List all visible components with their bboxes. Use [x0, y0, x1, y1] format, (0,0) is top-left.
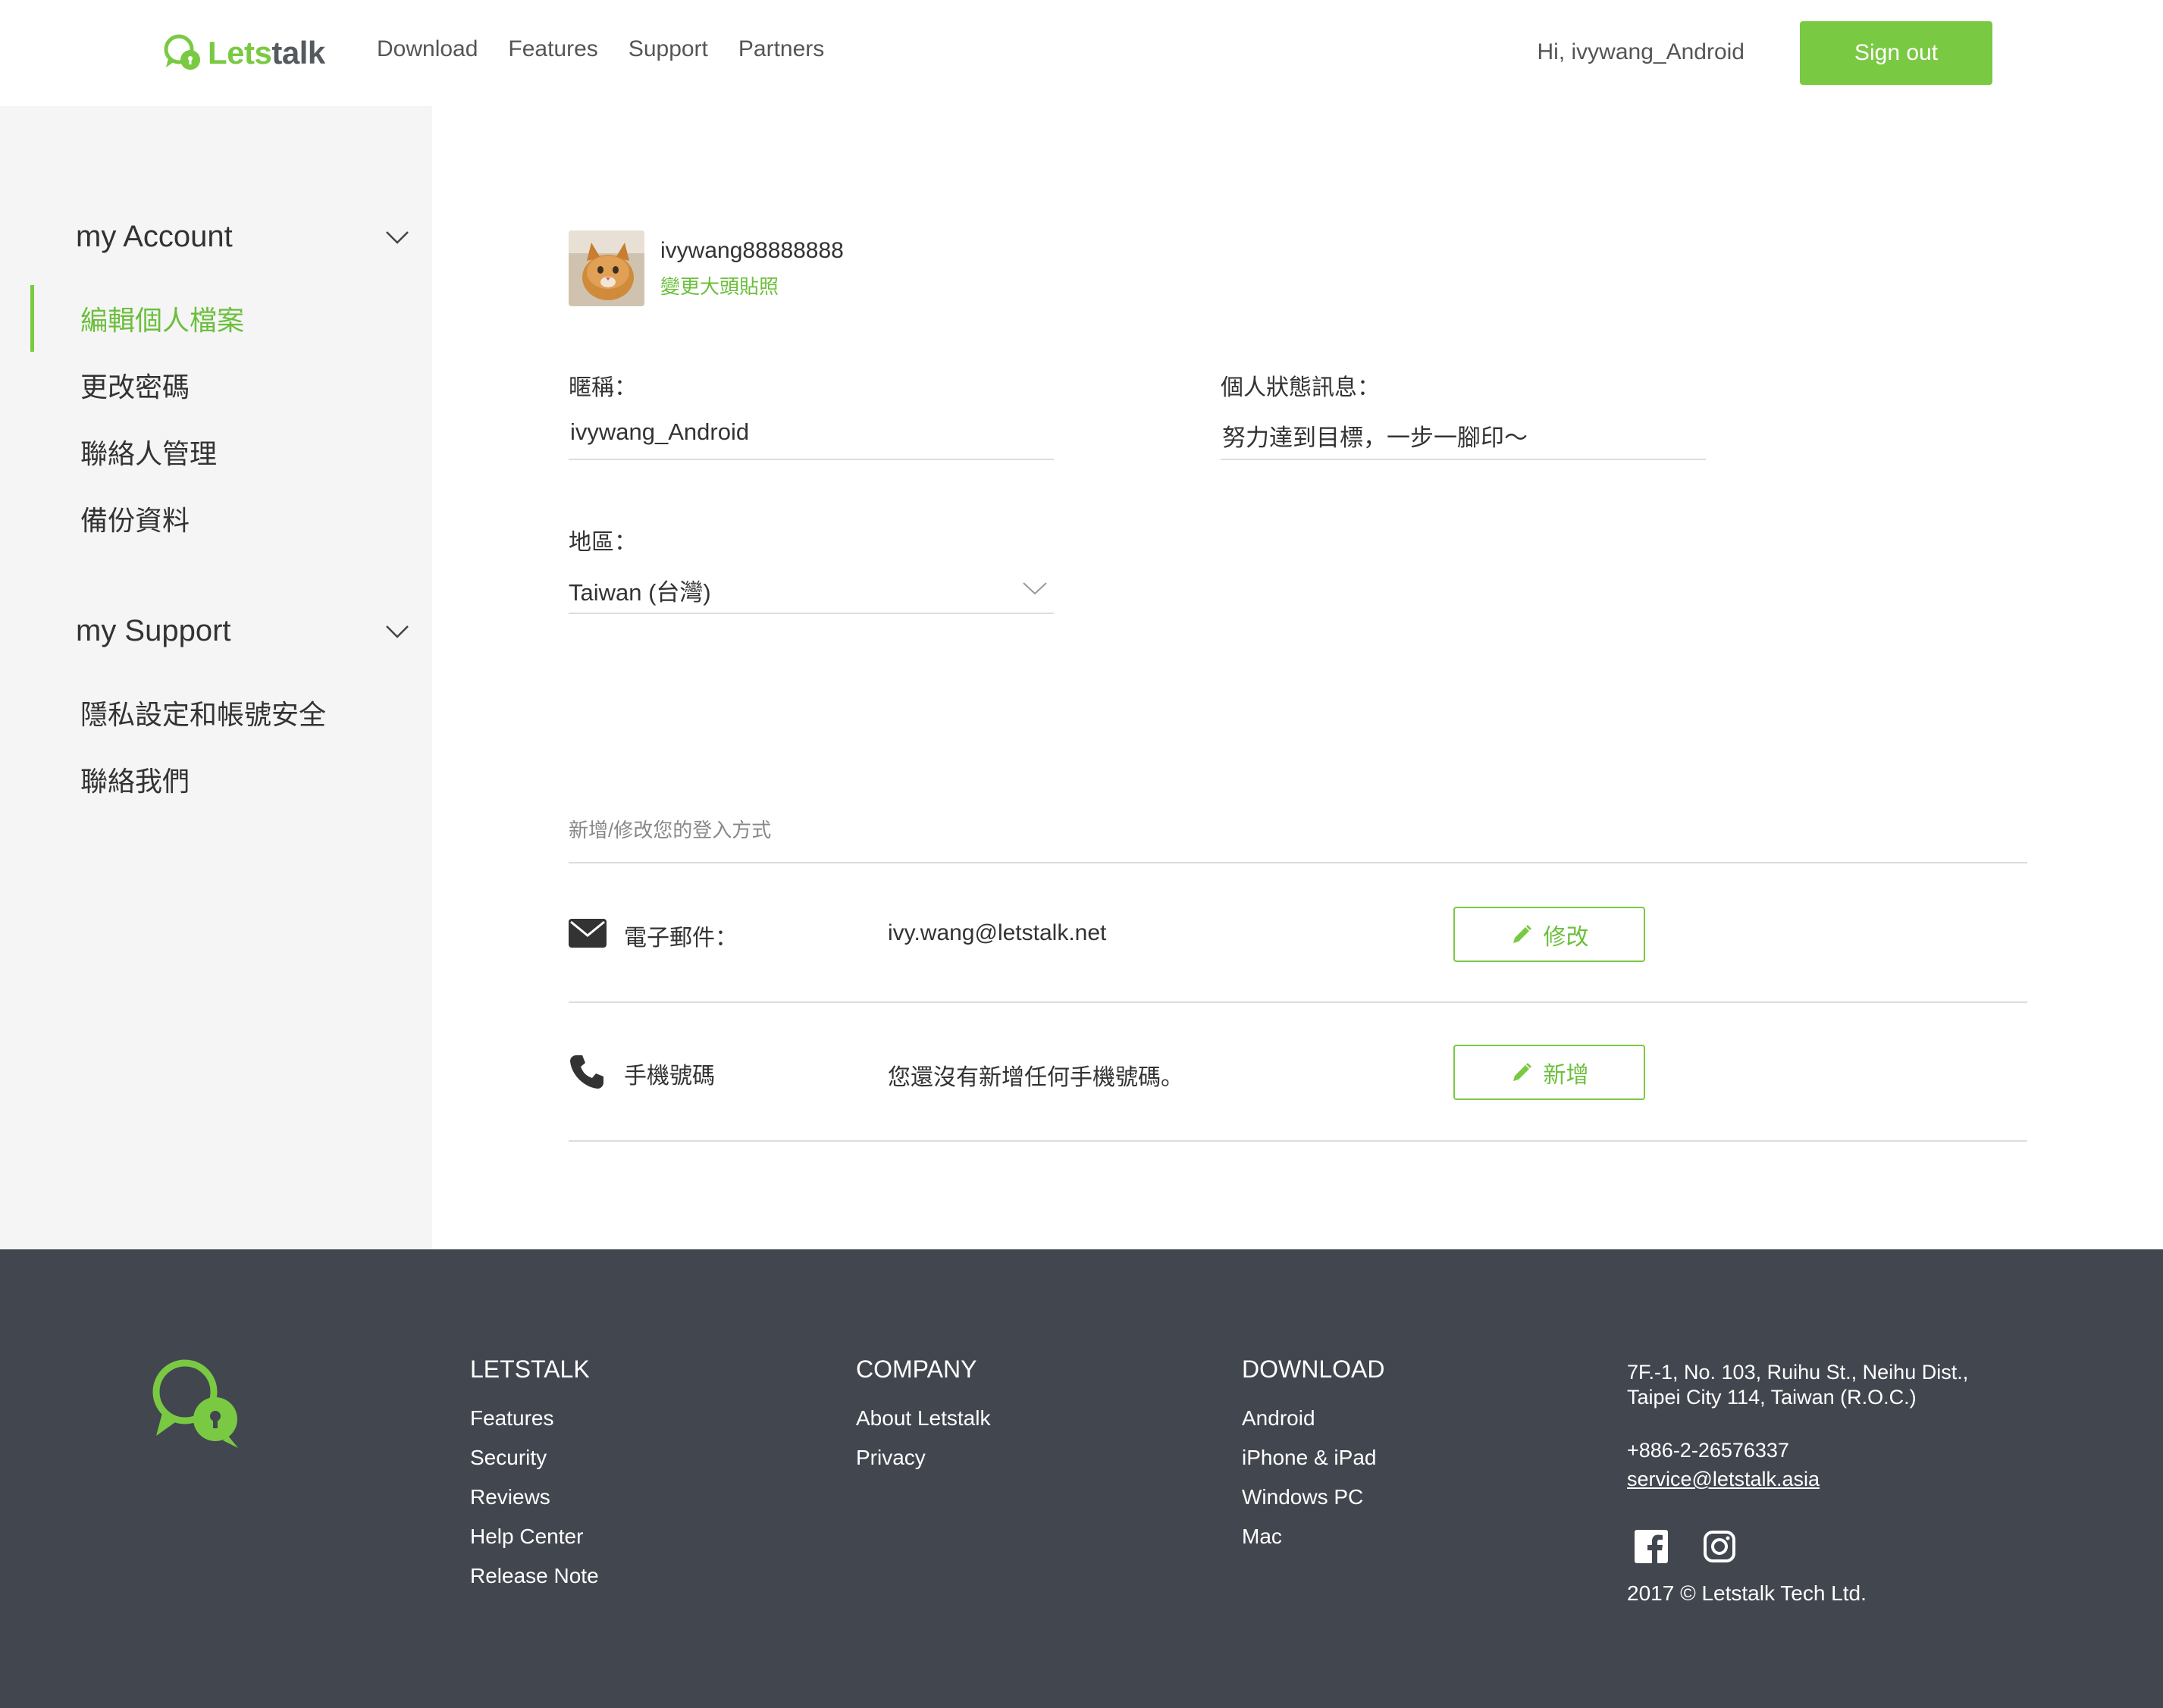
- company-email-link[interactable]: service@letstalk.asia: [1627, 1468, 1820, 1491]
- add-phone-label: 新增: [1543, 1062, 1589, 1088]
- footer-link-iphone[interactable]: iPhone & iPad: [1242, 1438, 1384, 1478]
- active-indicator: [30, 285, 34, 352]
- my-account-header[interactable]: my Account: [76, 220, 409, 254]
- address-line: 7F.-1, No. 103, Ruihu St., Neihu Dist.,: [1627, 1361, 1969, 1384]
- sidebar: my Account 編輯個人檔案 更改密碼 聯絡人管理 備份資料 my Sup…: [0, 106, 432, 1249]
- sign-out-button[interactable]: Sign out: [1800, 21, 1992, 85]
- footer-link-windows[interactable]: Windows PC: [1242, 1478, 1384, 1517]
- top-header: Letstalk Download Features Support Partn…: [0, 0, 2163, 106]
- footer-col-download: DOWNLOAD Android iPhone & iPad Windows P…: [1242, 1355, 1384, 1556]
- address-line: Taipei City 114, Taiwan (R.O.C.): [1627, 1386, 1917, 1409]
- region-label: 地區：: [569, 530, 637, 555]
- sidebar-item-change-password[interactable]: 更改密碼: [80, 365, 190, 405]
- footer-link-features[interactable]: Features: [470, 1399, 599, 1438]
- phone-label: 手機號碼: [624, 1064, 715, 1089]
- footer-link-privacy[interactable]: Privacy: [856, 1438, 990, 1478]
- sidebar-item-privacy[interactable]: 隱私設定和帳號安全: [80, 693, 326, 732]
- nav-features[interactable]: Features: [508, 36, 597, 62]
- envelope-icon: [569, 919, 607, 948]
- phone-value: 您還沒有新增任何手機號碼。: [888, 1065, 1183, 1090]
- sidebar-item-edit-profile[interactable]: 編輯個人檔案: [80, 299, 244, 338]
- divider: [569, 1001, 2027, 1003]
- sidebar-item-backup[interactable]: 備份資料: [80, 499, 190, 538]
- cat-avatar-image: [569, 230, 644, 306]
- footer-heading: LETSTALK: [470, 1355, 590, 1383]
- footer-col-letstalk: LETSTALK Features Security Reviews Help …: [470, 1355, 599, 1596]
- footer-heading: DOWNLOAD: [1242, 1355, 1385, 1383]
- nav-download[interactable]: Download: [377, 36, 478, 62]
- nickname-input[interactable]: ivywang_Android: [570, 418, 749, 446]
- status-label: 個人狀態訊息：: [1221, 375, 1380, 400]
- sidebar-item-contacts[interactable]: 聯絡人管理: [80, 432, 217, 472]
- footer-logo-icon: [152, 1359, 238, 1448]
- footer-link-mac[interactable]: Mac: [1242, 1517, 1384, 1556]
- chevron-down-icon[interactable]: [1022, 581, 1048, 596]
- avatar[interactable]: [569, 230, 644, 306]
- edit-email-button[interactable]: 修改: [1453, 907, 1645, 962]
- footer-link-help-center[interactable]: Help Center: [470, 1517, 599, 1556]
- footer: LETSTALK Features Security Reviews Help …: [0, 1249, 2163, 1708]
- nickname-underline: [569, 459, 1054, 460]
- footer-link-release-note[interactable]: Release Note: [470, 1556, 599, 1596]
- copyright-text: 2017 © Letstalk Tech Ltd.: [1627, 1581, 1867, 1605]
- footer-link-reviews[interactable]: Reviews: [470, 1478, 599, 1517]
- phone-icon: [570, 1055, 603, 1089]
- nav-partners[interactable]: Partners: [738, 36, 824, 62]
- logo-icon: [164, 34, 200, 70]
- region-select[interactable]: Taiwan (台灣): [569, 573, 711, 607]
- footer-link-android[interactable]: Android: [1242, 1399, 1384, 1438]
- footer-col-company: COMPANY About Letstalk Privacy: [856, 1355, 990, 1478]
- main-nav: Download Features Support Partners: [377, 36, 824, 62]
- user-greeting: Hi, ivywang_Android: [1537, 39, 1745, 64]
- footer-link-security[interactable]: Security: [470, 1438, 599, 1478]
- login-methods-title: 新增/修改您的登入方式: [569, 819, 772, 841]
- chevron-down-icon: [386, 230, 409, 244]
- letstalk-logo[interactable]: Letstalk: [162, 30, 325, 76]
- instagram-icon[interactable]: [1703, 1530, 1736, 1563]
- my-support-title: my Support: [76, 614, 231, 647]
- pencil-icon: [1513, 924, 1531, 943]
- company-address: 7F.-1, No. 103, Ruihu St., Neihu Dist., …: [1627, 1360, 1968, 1410]
- divider: [569, 1140, 2027, 1142]
- sidebar-item-contact-us[interactable]: 聯絡我們: [80, 760, 190, 799]
- chevron-down-icon: [386, 625, 409, 638]
- status-input[interactable]: 努力達到目標，一步一腳印～: [1222, 418, 1528, 453]
- pencil-icon: [1513, 1062, 1531, 1081]
- add-phone-button[interactable]: 新增: [1453, 1045, 1645, 1100]
- facebook-icon[interactable]: [1635, 1530, 1668, 1563]
- email-value: ivy.wang@letstalk.net: [888, 920, 1107, 945]
- email-label: 電子郵件：: [624, 926, 738, 951]
- footer-link-about[interactable]: About Letstalk: [856, 1399, 990, 1438]
- change-photo-link[interactable]: 變更大頭貼照: [660, 271, 779, 299]
- nav-support[interactable]: Support: [629, 36, 708, 62]
- my-account-title: my Account: [76, 220, 233, 253]
- footer-heading: COMPANY: [856, 1355, 977, 1383]
- profile-username: ivywang88888888: [660, 238, 844, 263]
- company-phone: +886-2-26576337: [1627, 1439, 1789, 1462]
- status-underline: [1221, 459, 1706, 460]
- logo-wordmark: Letstalk: [208, 35, 325, 71]
- my-support-header[interactable]: my Support: [76, 614, 409, 648]
- nickname-label: 暱稱：: [569, 375, 637, 400]
- region-underline: [569, 613, 1054, 614]
- divider: [569, 862, 2027, 863]
- edit-email-label: 修改: [1543, 924, 1589, 950]
